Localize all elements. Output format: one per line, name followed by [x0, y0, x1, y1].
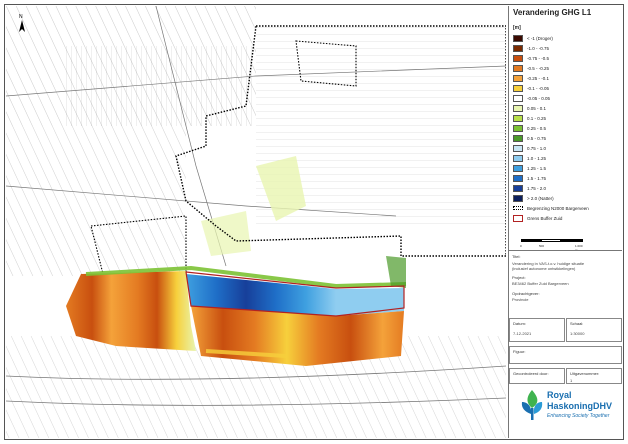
project-value: BE3462 Buffer Zuid Bargerveen: [512, 281, 569, 286]
gecontroleerd-label: Gecontroleerd door:: [513, 371, 549, 376]
uitgave-label: Uitgavenummer:: [570, 371, 600, 376]
legend-item: 0.25 - 0.5: [513, 123, 619, 133]
opdrachtgever-value: Provincie: [512, 297, 529, 302]
uitgave-value: 1: [570, 378, 573, 383]
schaal-value: 1:30000: [570, 331, 585, 336]
legend-swatch: [513, 214, 523, 222]
legend-swatch: [513, 206, 523, 210]
legend-item: > 2.0 (Natter): [513, 193, 619, 203]
legend-swatch: [513, 54, 523, 62]
figuur-cell: Figuur:: [509, 346, 622, 364]
legend-item: < -1 (Droger): [513, 33, 619, 43]
legend: < -1 (Droger) -1.0 - -0.75 -0.75 - -0.5 -0.…: [513, 33, 619, 223]
legend-item: -0.75 - -0.5: [513, 53, 619, 63]
legend-item: 0.5 - 0.75: [513, 133, 619, 143]
legend-item: -0.1 - -0.05: [513, 83, 619, 93]
scale-label-500: 500: [539, 244, 545, 248]
legend-label: 1.75 - 2.0: [527, 185, 547, 191]
logo-line-1: Royal: [547, 390, 572, 400]
legend-swatch: [513, 134, 523, 142]
legend-label: -0.05 - 0.05: [527, 95, 551, 101]
titel-value-2: (inclusief autonome ontwikkelingen): [512, 266, 576, 271]
legend-label: 0.05 - 0.1: [527, 105, 547, 111]
map-title: Verandering GHG L1: [513, 8, 592, 17]
legend-item: -0.05 - 0.05: [513, 93, 619, 103]
figuur-label: Figuur:: [513, 349, 526, 354]
legend-label: -0.25 - -0.1: [527, 75, 550, 81]
legend-item: -0.25 - -0.1: [513, 73, 619, 83]
schaal-label: Schaal:: [570, 321, 584, 326]
legend-unit: [m]: [513, 25, 521, 31]
legend-label: < -1 (Droger): [527, 35, 553, 41]
legend-swatch: [513, 114, 523, 122]
legend-label: Begrenzing N2000 Bargerveen: [527, 205, 589, 211]
legend-label: 1.25 - 1.5: [527, 165, 547, 171]
title-block: Titel: Verandering in VAS-t.o.v. huidige…: [509, 250, 622, 310]
uitgave-cell: Uitgavenummer: 1: [566, 368, 622, 384]
opdrachtgever-label: Opdrachtgever:: [512, 291, 540, 296]
gecontroleerd-cell: Gecontroleerd door:: [509, 368, 565, 384]
legend-label: > 2.0 (Natter): [527, 195, 554, 201]
scale-bar: 0 500 1.000 m: [520, 239, 583, 252]
legend-item: 0.1 - 0.25: [513, 113, 619, 123]
legend-item: 1.75 - 2.0: [513, 183, 619, 193]
legend-label: Grens Buffer Zuid: [527, 215, 563, 221]
legend-label: 0.1 - 0.25: [527, 115, 547, 121]
legend-label: 1.5 - 1.75: [527, 175, 547, 181]
scale-label-0: 0: [520, 244, 522, 248]
map-canvas: N: [6, 6, 506, 438]
datum-label: Datum:: [513, 321, 526, 326]
schaal-cell: Schaal: 1:30000: [566, 318, 622, 342]
datum-cell: Datum: 7-12-2021: [509, 318, 565, 342]
legend-swatch: [513, 184, 523, 192]
legend-panel: Verandering GHG L1 [m] < -1 (Droger) -1.0…: [508, 6, 622, 438]
legend-item: 0.05 - 0.1: [513, 103, 619, 113]
legend-item: 0.75 - 1.0: [513, 143, 619, 153]
legend-swatch: [513, 64, 523, 72]
project-label: Project:: [512, 275, 526, 280]
legend-item: Begrenzing N2000 Bargerveen: [513, 203, 619, 213]
legend-swatch: [513, 74, 523, 82]
legend-item: 1.0 - 1.25: [513, 153, 619, 163]
legend-item: 1.25 - 1.5: [513, 163, 619, 173]
legend-swatch: [513, 174, 523, 182]
legend-swatch: [513, 144, 523, 152]
legend-label: -0.1 - -0.05: [527, 85, 550, 91]
svg-text:N: N: [19, 14, 23, 20]
legend-label: 1.0 - 1.25: [527, 155, 547, 161]
legend-swatch: [513, 44, 523, 52]
legend-label: 0.75 - 1.0: [527, 145, 547, 151]
legend-swatch: [513, 34, 523, 42]
legend-item: 1.5 - 1.75: [513, 173, 619, 183]
legend-swatch: [513, 194, 523, 202]
titel-label: Titel:: [512, 254, 521, 259]
legend-swatch: [513, 164, 523, 172]
legend-label: -1.0 - -0.75: [527, 45, 550, 51]
legend-label: 0.5 - 0.75: [527, 135, 547, 141]
logo-tagline: Enhancing Society Together: [547, 413, 610, 419]
map-view[interactable]: N: [6, 6, 506, 438]
legend-swatch: [513, 124, 523, 132]
legend-swatch: [513, 84, 523, 92]
legend-swatch: [513, 154, 523, 162]
legend-label: 0.25 - 0.5: [527, 125, 547, 131]
datum-value: 7-12-2021: [513, 331, 532, 336]
royal-haskoningdhv-logo-icon: [521, 390, 543, 420]
legend-label: -0.75 - -0.5: [527, 55, 550, 61]
logo-line-2: HaskoningDHV: [547, 401, 613, 411]
legend-item: -0.5 - -0.25: [513, 63, 619, 73]
company-logo: Royal HaskoningDHV Enhancing Society Tog…: [517, 384, 617, 430]
legend-label: -0.5 - -0.25: [527, 65, 550, 71]
legend-item: Grens Buffer Zuid: [513, 213, 619, 223]
legend-swatch: [513, 104, 523, 112]
legend-item: -1.0 - -0.75: [513, 43, 619, 53]
legend-swatch: [513, 94, 523, 102]
